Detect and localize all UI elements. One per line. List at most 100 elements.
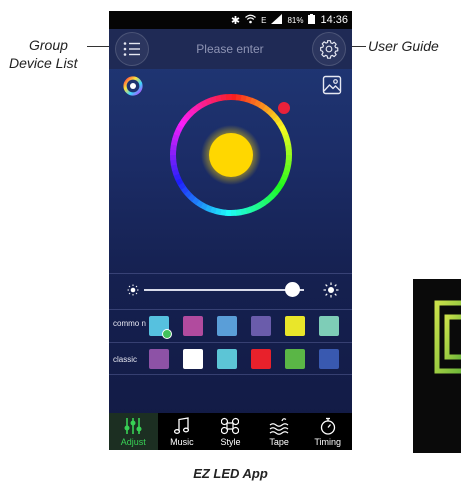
- hue-ring-segment[interactable]: [177, 181, 186, 190]
- classic-color-swatch[interactable]: [183, 349, 203, 369]
- hue-ring-segment[interactable]: [170, 138, 179, 146]
- color-wheel-button[interactable]: [122, 75, 144, 97]
- hue-ring-segment[interactable]: [278, 124, 287, 133]
- common-color-swatch[interactable]: [319, 316, 339, 336]
- hue-ring-segment[interactable]: [239, 208, 247, 216]
- common-color-swatch[interactable]: [217, 316, 237, 336]
- hue-ring-segment[interactable]: [280, 129, 289, 137]
- hue-ring-segment[interactable]: [254, 99, 263, 108]
- hue-ring-segment[interactable]: [282, 134, 291, 142]
- hue-ring-segment[interactable]: [272, 186, 281, 195]
- tab-tape[interactable]: Tape: [255, 413, 304, 450]
- hue-ring-segment[interactable]: [266, 108, 275, 117]
- hue-ring-segment[interactable]: [265, 193, 275, 203]
- wifi-icon: [245, 14, 257, 27]
- common-color-swatch[interactable]: [183, 316, 203, 336]
- hue-ring-segment[interactable]: [170, 163, 178, 171]
- hue-ring-segment[interactable]: [269, 190, 278, 199]
- classic-color-swatch[interactable]: [149, 349, 169, 369]
- classic-colors-label: classic: [113, 355, 138, 364]
- hue-ring-segment[interactable]: [283, 164, 292, 172]
- search-input[interactable]: [155, 34, 305, 64]
- hue-ring-segment[interactable]: [276, 120, 285, 129]
- common-color-swatch[interactable]: [251, 316, 271, 336]
- hue-ring-segment[interactable]: [200, 99, 209, 108]
- image-picker-button[interactable]: [322, 75, 342, 95]
- hue-ring-segment[interactable]: [215, 94, 223, 102]
- brightness-slider-track[interactable]: [144, 289, 304, 291]
- hue-ring-segment[interactable]: [199, 202, 208, 211]
- product-logo-image: [413, 279, 461, 453]
- hue-ring-segment[interactable]: [171, 168, 180, 176]
- hue-ring-segment[interactable]: [210, 95, 218, 104]
- common-color-swatch[interactable]: [149, 316, 172, 339]
- common-color-swatch[interactable]: [285, 316, 305, 336]
- hue-ring-segment[interactable]: [204, 204, 213, 213]
- hue-ring-segment[interactable]: [209, 206, 217, 214]
- status-bar: ✱ E 81% 14:36: [109, 11, 352, 29]
- hue-ring-segment[interactable]: [183, 189, 193, 199]
- classic-color-swatch[interactable]: [217, 349, 237, 369]
- hue-ring-segment[interactable]: [261, 197, 271, 206]
- signal-icon: [271, 13, 283, 27]
- tab-timing[interactable]: Timing: [303, 413, 352, 450]
- hue-ring-segment[interactable]: [235, 209, 242, 216]
- hue-ring-segment[interactable]: [273, 115, 282, 125]
- hue-ring-segment[interactable]: [284, 139, 292, 147]
- hue-ring-segment[interactable]: [175, 123, 184, 132]
- hue-ring-segment[interactable]: [240, 94, 248, 103]
- hue-ring-segment[interactable]: [178, 119, 187, 128]
- classic-color-swatch[interactable]: [319, 349, 339, 369]
- hue-ring-segment[interactable]: [245, 96, 253, 104]
- tab-style[interactable]: Style: [206, 413, 255, 450]
- hue-ring-segment[interactable]: [285, 159, 292, 167]
- hue-ring-segment[interactable]: [173, 173, 182, 181]
- hue-ring-segment[interactable]: [181, 115, 190, 124]
- hue-ring-segment[interactable]: [191, 196, 200, 205]
- hue-ring-segment[interactable]: [172, 133, 180, 141]
- hue-ring-segment[interactable]: [219, 209, 227, 216]
- hue-marker[interactable]: [278, 102, 290, 114]
- brightness-slider-thumb[interactable]: [285, 282, 301, 297]
- hue-ring-segment[interactable]: [235, 94, 243, 101]
- hue-ring-segment[interactable]: [258, 102, 267, 111]
- common-colors-row: commo n: [109, 309, 352, 342]
- hue-ring-segment[interactable]: [275, 182, 284, 191]
- hue-ring-segment[interactable]: [170, 159, 177, 166]
- hue-ring-segment[interactable]: [262, 105, 271, 114]
- brightness-high-icon: [323, 282, 339, 298]
- hue-ring-segment[interactable]: [191, 104, 201, 113]
- color-ring-picker[interactable]: [161, 85, 301, 225]
- hue-ring-segment[interactable]: [187, 107, 197, 117]
- hue-ring-segment[interactable]: [173, 128, 182, 137]
- tab-music[interactable]: Music: [158, 413, 207, 450]
- hue-ring-segment[interactable]: [175, 177, 184, 186]
- hue-ring-segment[interactable]: [195, 199, 204, 208]
- hue-ring-segment[interactable]: [257, 200, 266, 209]
- hue-ring-segment[interactable]: [244, 206, 252, 215]
- hue-ring-segment[interactable]: [278, 178, 287, 187]
- selected-color-preview[interactable]: [209, 133, 253, 177]
- hue-ring-segment[interactable]: [196, 101, 205, 110]
- classic-color-swatch[interactable]: [285, 349, 305, 369]
- hue-ring-segment[interactable]: [285, 144, 292, 151]
- hue-ring-segment[interactable]: [269, 111, 279, 121]
- hue-ring-segment[interactable]: [214, 207, 222, 216]
- hue-ring-segment[interactable]: [282, 169, 290, 177]
- hue-ring-segment[interactable]: [170, 143, 177, 151]
- hue-ring-segment[interactable]: [280, 173, 289, 182]
- gear-icon: [320, 40, 339, 59]
- hue-ring-segment[interactable]: [180, 185, 189, 195]
- user-guide-button[interactable]: [312, 32, 346, 66]
- hue-ring-segment[interactable]: [220, 94, 227, 101]
- classic-color-swatch[interactable]: [251, 349, 271, 369]
- hue-ring-segment[interactable]: [249, 97, 258, 106]
- group-device-list-button[interactable]: [115, 32, 149, 66]
- hue-ring-segment[interactable]: [249, 204, 257, 213]
- hue-ring-segment[interactable]: [253, 202, 262, 211]
- hue-ring-segment[interactable]: [184, 111, 193, 120]
- tab-adjust[interactable]: Adjust: [109, 413, 158, 450]
- hue-ring-segment[interactable]: [187, 193, 196, 202]
- hue-ring-segment[interactable]: [205, 97, 213, 106]
- sliders-icon: [124, 418, 142, 434]
